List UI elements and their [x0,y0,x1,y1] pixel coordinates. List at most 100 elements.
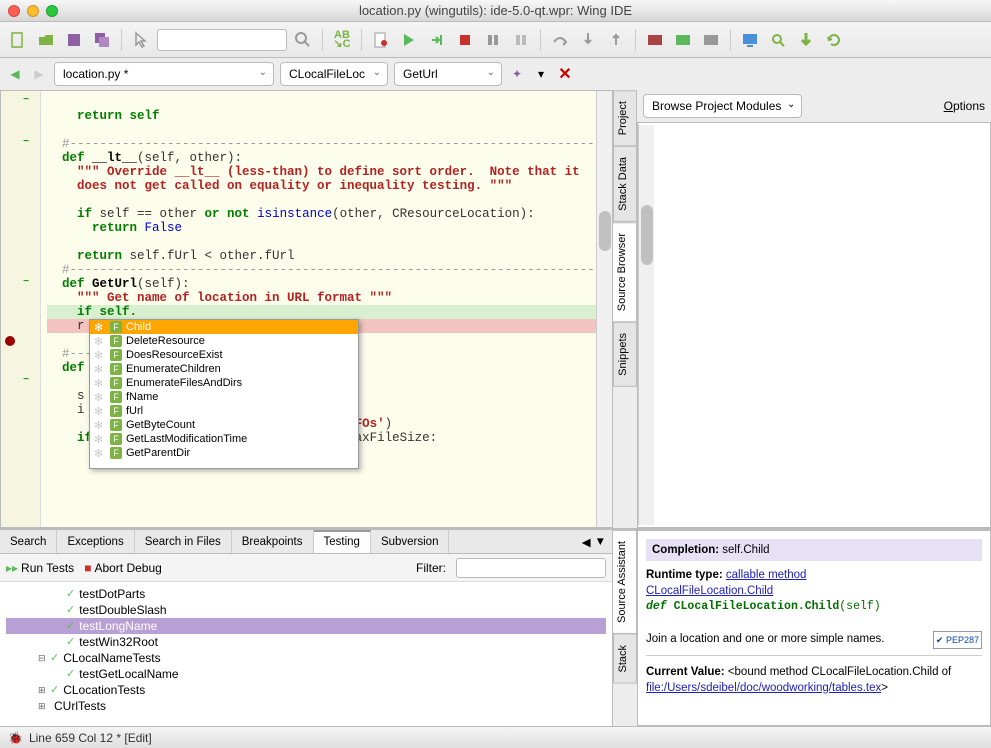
fold-icon[interactable]: − [21,137,31,147]
autocomplete-item[interactable]: ✻FGetLastModificationTime [90,432,358,446]
browse-mode-selector[interactable]: Browse Project Modules [643,94,802,118]
debug-file-icon[interactable] [369,28,393,52]
abort-debug-button[interactable]: ■Abort Debug [84,561,162,575]
breakpoint1-icon[interactable] [643,28,667,52]
test-item[interactable]: ⊞✓CLocationTests [6,682,606,698]
test-item[interactable]: ✓testGetLocalName [6,666,606,682]
editor-nav-row: ◀ ▶ location.py * CLocalFileLoc GetUrl ✦… [0,58,613,90]
file-selector[interactable]: location.py * [54,62,274,86]
fold-icon[interactable]: − [21,277,31,287]
vtab-stack[interactable]: Stack [613,634,637,684]
stop-icon[interactable] [453,28,477,52]
tab-subversion[interactable]: Subversion [371,530,450,553]
close-window[interactable] [8,5,20,17]
browser-item[interactable]: ⊞MGetContextClass(self, pos) [638,525,990,528]
open-folder-icon[interactable] [34,28,58,52]
search2-icon[interactable] [766,28,790,52]
testing-toolbar: ▸▸Run Tests ■Abort Debug Filter: [0,554,612,582]
vtab-project[interactable]: Project [613,90,637,146]
refresh-icon[interactable] [822,28,846,52]
back-icon[interactable]: ◀ [6,65,24,83]
tab-menu-icon[interactable]: ▼ [595,536,606,548]
zoom-window[interactable] [46,5,58,17]
step-into-icon[interactable] [576,28,600,52]
filter-input[interactable] [456,558,606,578]
tab-search[interactable]: Search [0,530,57,553]
autocomplete-popup[interactable]: ✻FChild✻FDeleteResource✻FDoesResourceExi… [89,319,359,469]
vtab-stack-data[interactable]: Stack Data [613,146,637,222]
minimize-window[interactable] [27,5,39,17]
test-item[interactable]: ⊟✓CLocalNameTests [6,650,606,666]
save-icon[interactable] [62,28,86,52]
play-icon[interactable] [397,28,421,52]
source-assistant-panel: Completion: self.Child Runtime type: cal… [637,530,991,726]
monitor-icon[interactable] [738,28,762,52]
autocomplete-item[interactable]: ✻FEnumerateFilesAndDirs [90,376,358,390]
tab-exceptions[interactable]: Exceptions [57,530,134,553]
search-icon[interactable] [291,28,315,52]
test-item[interactable]: ✓testDoubleSlash [6,602,606,618]
tab-testing[interactable]: Testing [314,530,371,553]
pause-icon[interactable] [481,28,505,52]
tab-breakpoints[interactable]: Breakpoints [232,530,314,553]
test-item[interactable]: ✓testLongName [6,618,606,634]
autocomplete-item[interactable]: ✻FDoesResourceExist [90,348,358,362]
filter-label: Filter: [416,561,446,575]
browser-scrollbar[interactable] [638,125,654,525]
current-value-label: Current Value: [646,666,725,678]
search-input[interactable] [157,29,287,51]
vtab-source-browser[interactable]: Source Browser [613,222,637,322]
test-item[interactable]: ⊞CUrlTests [6,698,606,714]
pointer-icon[interactable] [129,28,153,52]
tab-search-in-files[interactable]: Search in Files [135,530,232,553]
download-icon[interactable] [794,28,818,52]
save-all-icon[interactable] [90,28,114,52]
autocomplete-item[interactable]: ✻FfName [90,390,358,404]
test-tree[interactable]: ✓testDotParts✓testDoubleSlash✓testLongNa… [0,582,612,726]
window-title: location.py (wingutils): ide-5.0-qt.wpr:… [8,3,983,18]
pin-icon[interactable]: ✦ [508,65,526,83]
autocomplete-item[interactable]: ✻FChild [90,320,358,334]
status-bar: 🐞 Line 659 Col 12 * [Edit] [0,726,991,748]
side-vtabs: ProjectStack DataSource BrowserSnippets [613,90,637,528]
fwd-icon[interactable]: ▶ [30,65,48,83]
autocomplete-item[interactable]: ✻FGetParentDir [90,446,358,460]
method-selector[interactable]: GetUrl [394,62,502,86]
pause2-icon[interactable] [509,28,533,52]
code-editor[interactable]: − − − − return self #-------------------… [0,90,612,528]
breakpoint2-icon[interactable] [671,28,695,52]
autocomplete-item[interactable]: ✻FDeleteResource [90,334,358,348]
completion-value: self.Child [722,544,769,556]
runtime-link[interactable]: callable method [726,569,807,581]
goto-def-icon[interactable]: AB↘C [330,28,354,52]
options-link[interactable]: Options [944,99,985,113]
main-toolbar: AB↘C [0,22,991,58]
autocomplete-item[interactable]: ✻FEnumerateChildren [90,362,358,376]
fold-icon[interactable]: − [21,375,31,385]
autocomplete-item[interactable]: ✻FfUrl [90,404,358,418]
breakpoint3-icon[interactable] [699,28,723,52]
editor-scrollbar[interactable] [596,91,612,527]
runtime-link2[interactable]: CLocalFileLocation.Child [646,585,773,597]
current-value-link[interactable]: file:/Users/sdeibel/doc/woodworking/tabl… [646,682,881,694]
bug-icon: 🐞 [8,731,23,745]
breakpoint-marker[interactable] [5,336,15,346]
doc-text: Join a location and one or more simple n… [646,633,884,645]
step-out-icon[interactable] [604,28,628,52]
test-item[interactable]: ✓testWin32Root [6,634,606,650]
fold-icon[interactable]: − [21,95,31,105]
run-tests-button[interactable]: ▸▸Run Tests [6,561,74,575]
vtab-snippets[interactable]: Snippets [613,322,637,387]
dropdown-icon[interactable]: ▾ [532,65,550,83]
close-tab-icon[interactable]: ✕ [556,65,574,83]
test-item[interactable]: ✓testDotParts [6,586,606,602]
step-over-icon[interactable] [548,28,572,52]
autocomplete-item[interactable]: ✻FGetByteCount [90,418,358,432]
step-in-icon[interactable] [425,28,449,52]
new-file-icon[interactable] [6,28,30,52]
completion-label: Completion: [652,544,719,556]
source-browser-tree[interactable]: ⊞MGetContextClass(self, pos)⊞MGetDisplay… [637,122,991,528]
vtab-source-assistant[interactable]: Source Assistant [613,530,637,634]
tab-prev-icon[interactable]: ◀ [582,535,591,549]
class-selector[interactable]: CLocalFileLoc [280,62,388,86]
